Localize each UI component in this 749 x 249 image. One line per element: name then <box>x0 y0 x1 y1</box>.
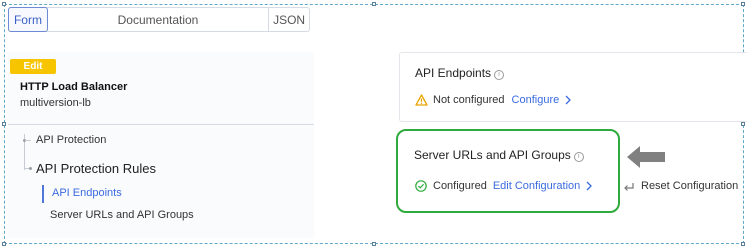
nav-api-protection-rules[interactable]: API Protection Rules <box>36 161 156 176</box>
nav-api-endpoints[interactable]: API Endpoints <box>52 187 122 199</box>
resize-handle-tr[interactable] <box>741 2 745 6</box>
resize-handle-tl[interactable] <box>2 2 6 6</box>
nav-api-protection[interactable]: API Protection <box>36 134 106 146</box>
server-urls-card <box>396 129 620 213</box>
panel-divider <box>8 124 314 125</box>
api-endpoints-status: Not configured <box>433 94 505 106</box>
configure-link[interactable]: Configure <box>512 94 560 106</box>
tab-form[interactable]: Form <box>8 7 48 32</box>
check-circle-icon <box>415 180 427 192</box>
server-urls-title: Server URLs and API Groups i <box>414 148 584 162</box>
resize-handle-tc[interactable] <box>372 2 376 6</box>
info-icon: i <box>494 70 505 80</box>
chevron-right-icon <box>586 181 593 191</box>
warning-icon <box>415 94 428 106</box>
server-urls-status: Configured <box>433 180 487 192</box>
resize-handle-bc[interactable] <box>372 242 376 246</box>
reset-icon <box>624 183 634 191</box>
api-endpoints-card <box>399 52 747 122</box>
tab-documentation[interactable]: Documentation <box>48 8 270 31</box>
api-endpoints-status-row: Not configured Configure <box>415 94 572 106</box>
tree-connector <box>25 140 31 141</box>
tree-node-dot <box>29 167 32 170</box>
reset-configuration-button[interactable]: Reset Configuration <box>623 180 738 192</box>
object-type-title: HTTP Load Balancer <box>20 81 128 93</box>
object-name: multiversion-lb <box>20 97 91 109</box>
edit-badge: Edit <box>10 59 56 74</box>
resize-handle-bl[interactable] <box>2 242 6 246</box>
resize-handle-br[interactable] <box>741 242 745 246</box>
server-urls-status-row: Configured Edit Configuration <box>415 180 593 192</box>
active-indicator <box>42 185 44 203</box>
edit-configuration-link[interactable]: Edit Configuration <box>493 180 580 192</box>
chevron-right-icon <box>565 95 572 105</box>
reset-configuration-label: Reset Configuration <box>641 180 739 192</box>
view-tabs: Form Documentation JSON <box>8 7 310 32</box>
pointer-arrow-icon <box>627 146 665 168</box>
resize-handle-mr[interactable] <box>741 122 745 126</box>
tab-json[interactable]: JSON <box>269 8 309 31</box>
nav-server-urls[interactable]: Server URLs and API Groups <box>50 209 194 221</box>
info-icon: i <box>573 152 584 162</box>
api-endpoints-title: API Endpoints i <box>415 66 505 80</box>
resize-handle-ml[interactable] <box>2 122 6 126</box>
